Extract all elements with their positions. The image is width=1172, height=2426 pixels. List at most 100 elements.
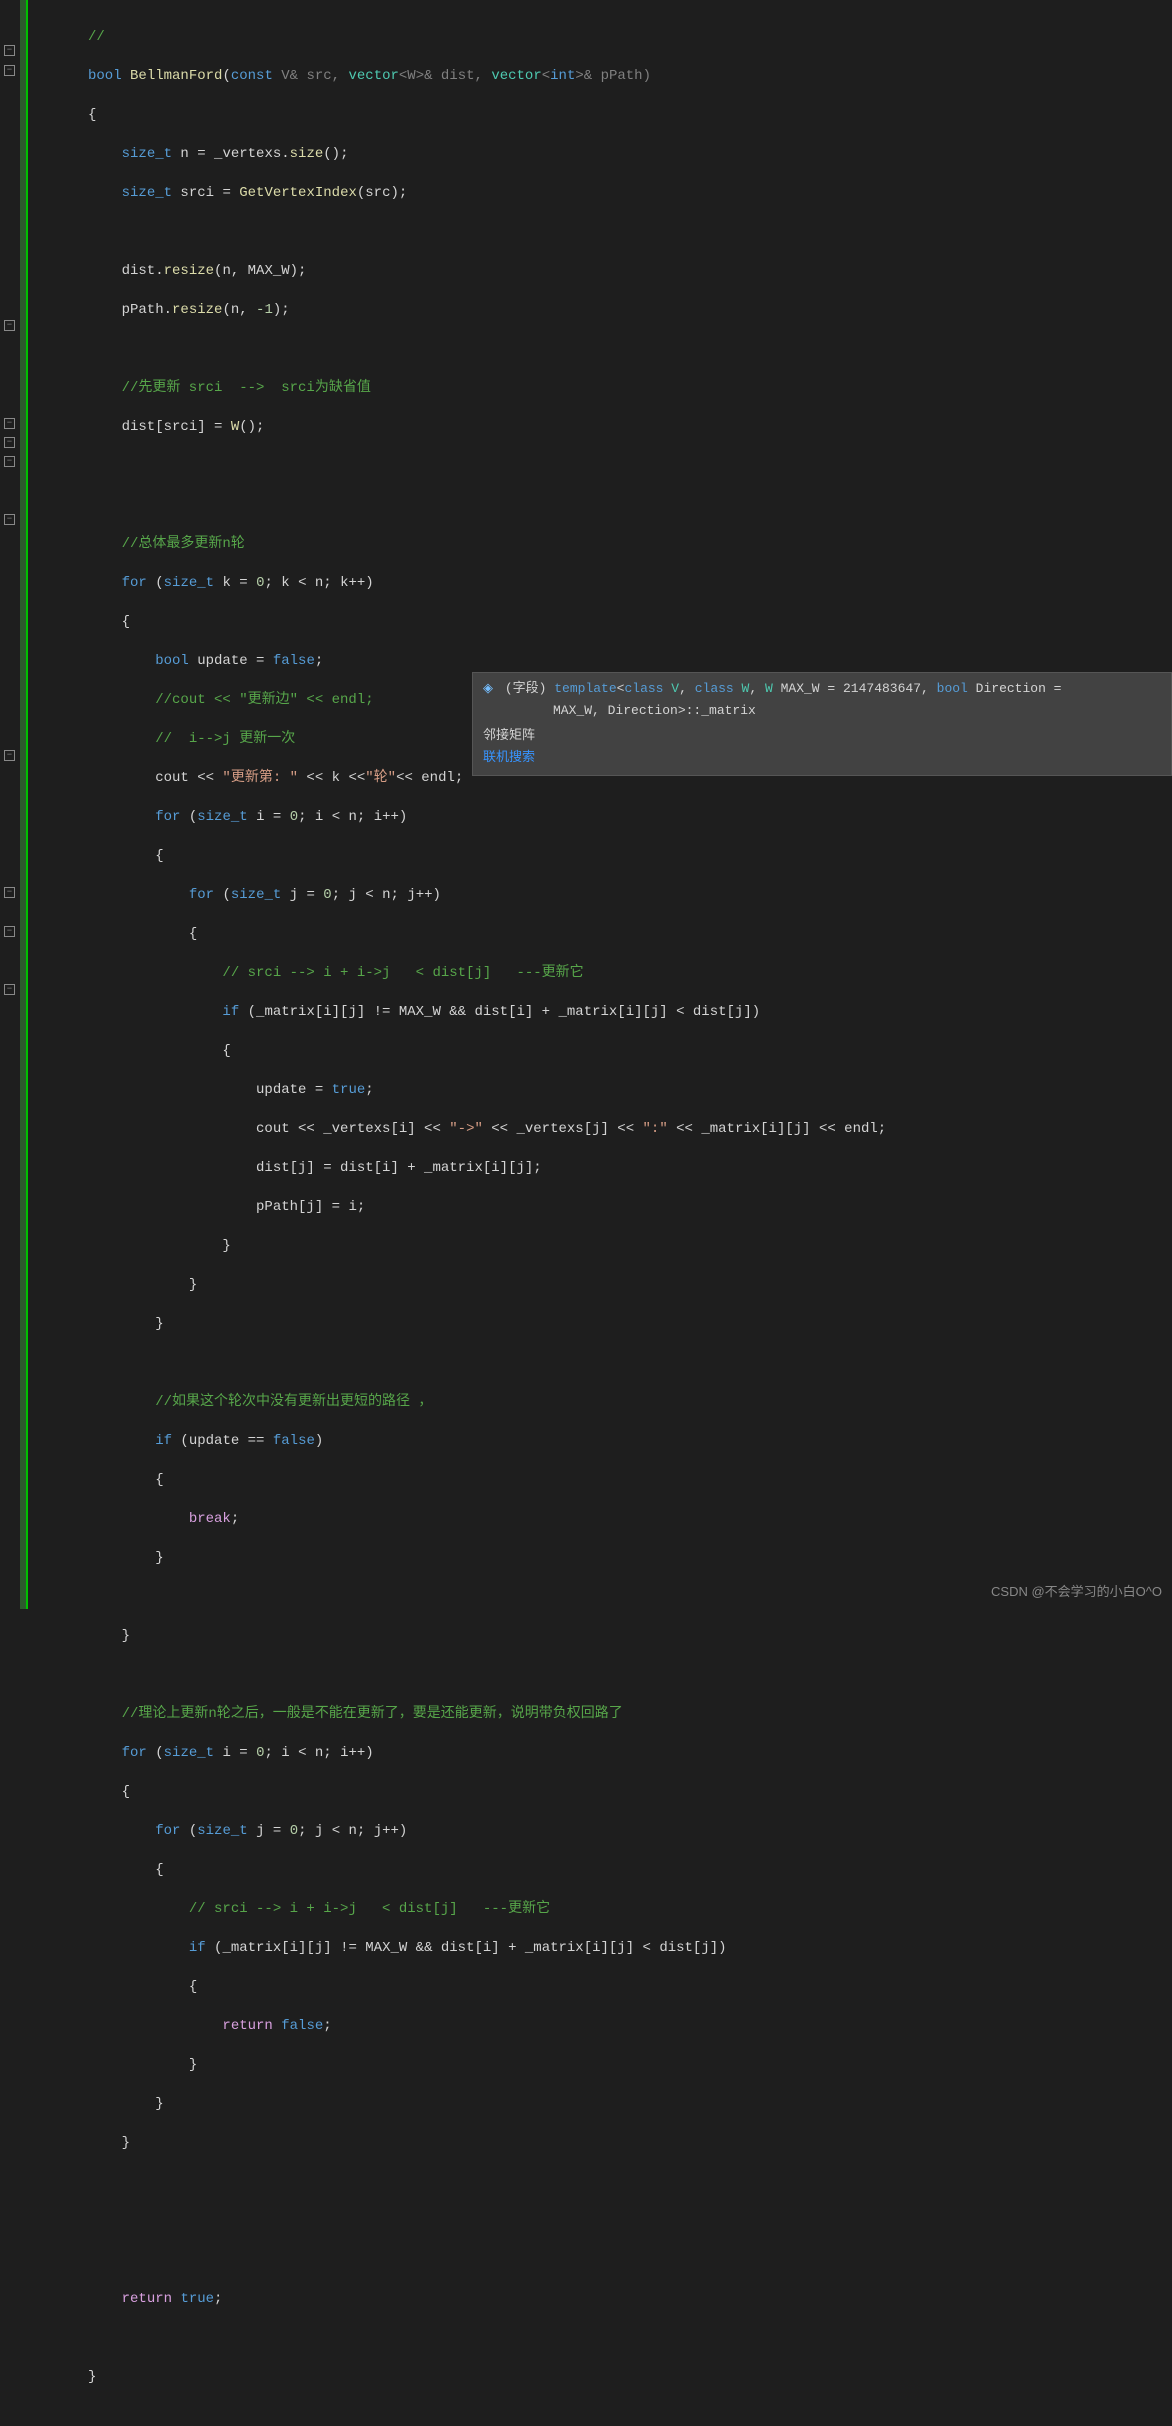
code-text: (src); [357,185,407,201]
code-text [172,2291,180,2307]
code-comment: // srci --> i + i->j < dist[j] ---更新它 [88,1901,550,1917]
code-area[interactable]: // bool BellmanFord(const V& src, vector… [28,0,1172,1609]
code-brace: } [88,1550,164,1566]
code-text: << endl; [396,770,463,786]
code-text: pPath. [88,302,172,318]
code-string: "->" [449,1121,483,1137]
fold-icon[interactable]: − [4,926,15,937]
code-num: 0 [290,1823,298,1839]
code-keyword: for [122,575,147,591]
code-text [88,809,155,825]
code-keyword: int [550,68,575,84]
fold-icon[interactable]: − [4,887,15,898]
code-type: size_t [122,185,172,201]
code-keyword: false [273,1433,315,1449]
code-keyword: false [273,653,315,669]
code-text: (update == [172,1433,273,1449]
fold-icon[interactable]: − [4,45,15,56]
intellisense-tooltip: ◈ (字段) template<class V, class W, W MAX_… [472,672,1172,776]
tooltip-type: W [742,681,750,696]
code-brace: } [88,2057,197,2073]
code-text: cout << _vertexs[i] << [88,1121,449,1137]
code-text: ( [180,1823,197,1839]
code-text [88,1745,122,1761]
code-keyword: return [222,2018,272,2034]
code-type: size_t [164,1745,214,1761]
code-text: srci = [172,185,239,201]
code-text: update = [189,653,273,669]
code-comment: //总体最多更新n轮 [88,536,245,552]
code-text: (n, [222,302,256,318]
editor-container: − − − − − − − − − − − // bool BellmanFor… [0,0,1172,1609]
code-keyword: return [122,2291,172,2307]
fold-icon[interactable]: − [4,984,15,995]
code-num: -1 [256,302,273,318]
code-text: V& src, [273,68,349,84]
gutter: − − − − − − − − − − − [0,0,28,1609]
fold-icon[interactable]: − [4,65,15,76]
code-type: size_t [197,809,247,825]
code-text [88,1004,222,1020]
code-func: GetVertexIndex [239,185,357,201]
code-brace: { [88,1043,231,1059]
code-brace: { [88,926,197,942]
code-text: ; i < n; i++) [264,1745,373,1761]
code-text: i = [248,809,290,825]
code-func: W [231,419,239,435]
fold-icon[interactable]: − [4,514,15,525]
code-num: 0 [323,887,331,903]
fold-icon[interactable]: − [4,456,15,467]
code-string: ":" [643,1121,668,1137]
code-keyword: const [231,68,273,84]
code-text [273,2018,281,2034]
change-indicator [20,0,26,1609]
fold-icon[interactable]: − [4,750,15,761]
code-brace: } [88,2135,130,2151]
code-type: size_t [164,575,214,591]
tooltip-line2: MAX_W, Direction>::_matrix [483,701,1161,721]
code-keyword: true [332,1082,366,1098]
code-func: resize [172,302,222,318]
code-keyword: for [155,1823,180,1839]
code-text [88,1511,189,1527]
tooltip-keyword: template [554,681,616,696]
code-keyword: for [189,887,214,903]
code-func: BellmanFord [122,68,223,84]
tooltip-text: Direction = [976,681,1062,696]
code-text: ; [231,1511,239,1527]
code-func: size [290,146,324,162]
code-text [88,146,122,162]
code-comment: //如果这个轮次中没有更新出更短的路径 ， [88,1394,432,1410]
code-text: << _matrix[i][j] << endl; [668,1121,886,1137]
code-text [88,653,155,669]
tooltip-field-label: (字段) [505,681,547,696]
tooltip-keyword: class [695,681,734,696]
code-func: resize [164,263,214,279]
code-text: dist. [88,263,164,279]
code-keyword: if [222,1004,239,1020]
code-text [88,1433,155,1449]
code-num: 0 [256,1745,264,1761]
code-text: ; [214,2291,222,2307]
fold-icon[interactable]: − [4,418,15,429]
code-brace: } [88,2369,96,2385]
code-brace: { [88,1784,130,1800]
code-keyword: if [155,1433,172,1449]
code-text: ; [323,2018,331,2034]
field-icon: ◈ [483,681,493,696]
code-text: dist[srci] = [88,419,231,435]
tooltip-text: MAX_W = 2147483647, [781,681,929,696]
code-comment: //先更新 srci --> srci为缺省值 [88,380,371,396]
tooltip-search-link[interactable]: 联机搜索 [483,750,535,765]
code-text: ( [147,575,164,591]
code-text: ; j < n; j++) [332,887,441,903]
code-type: vector [491,68,541,84]
code-keyword: for [155,809,180,825]
fold-icon[interactable]: − [4,320,15,331]
code-text: update = [88,1082,332,1098]
fold-icon[interactable]: − [4,437,15,448]
code-brace: } [88,1277,197,1293]
code-text: << _vertexs[j] << [483,1121,643,1137]
code-text: k = [214,575,256,591]
code-type: vector [348,68,398,84]
